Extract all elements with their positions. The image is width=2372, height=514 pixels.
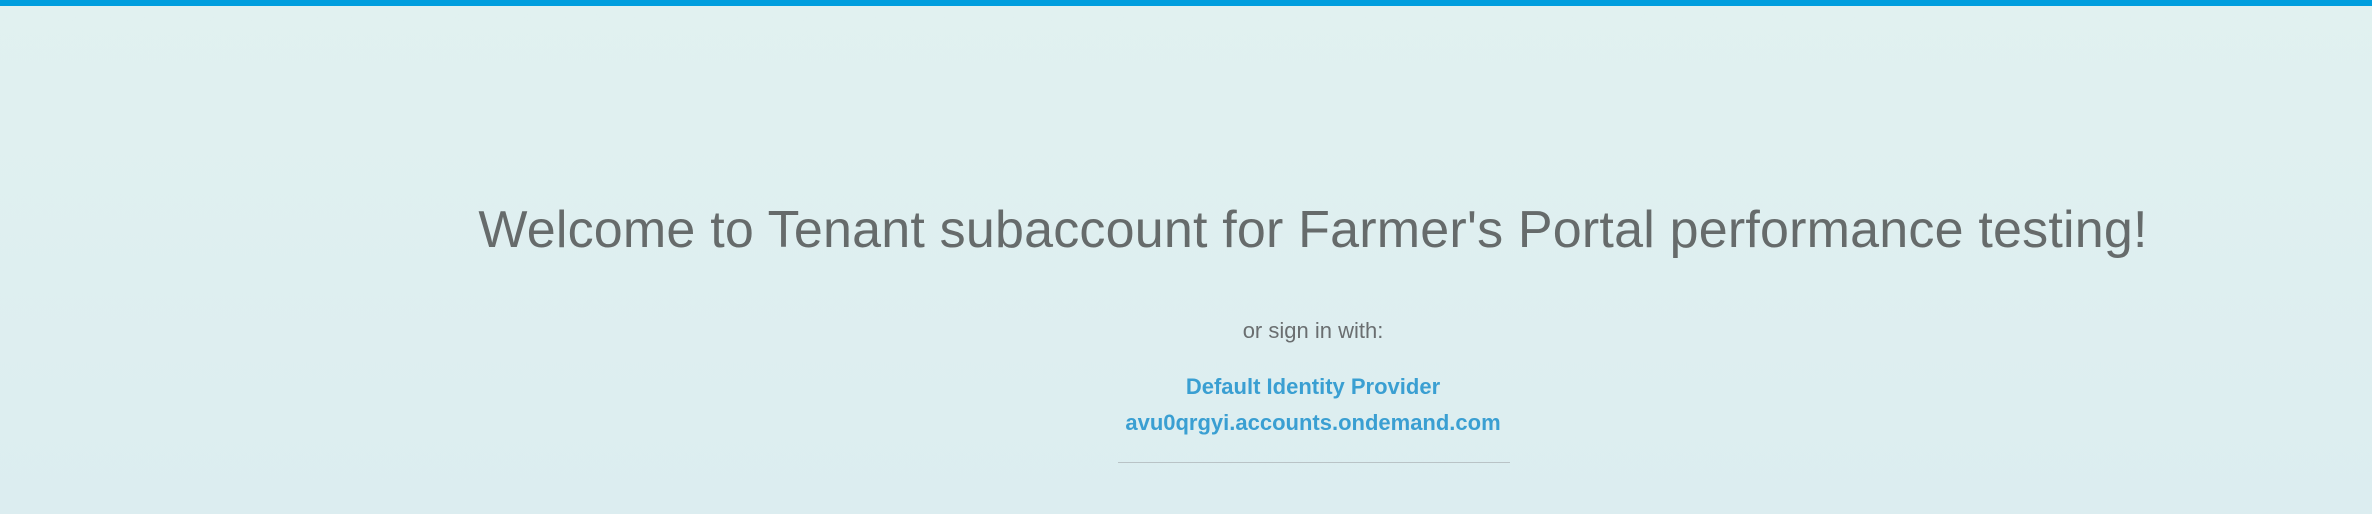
divider: [1118, 462, 1510, 463]
page-title: Welcome to Tenant subaccount for Farmer'…: [478, 201, 2148, 259]
identity-provider-host-link[interactable]: avu0qrgyi.accounts.ondemand.com: [0, 410, 2372, 436]
login-panel: Welcome to Tenant subaccount for Farmer'…: [0, 0, 2372, 514]
identity-provider-link[interactable]: Default Identity Provider: [0, 374, 2372, 400]
sign-in-prompt: or sign in with:: [1242, 318, 1384, 343]
